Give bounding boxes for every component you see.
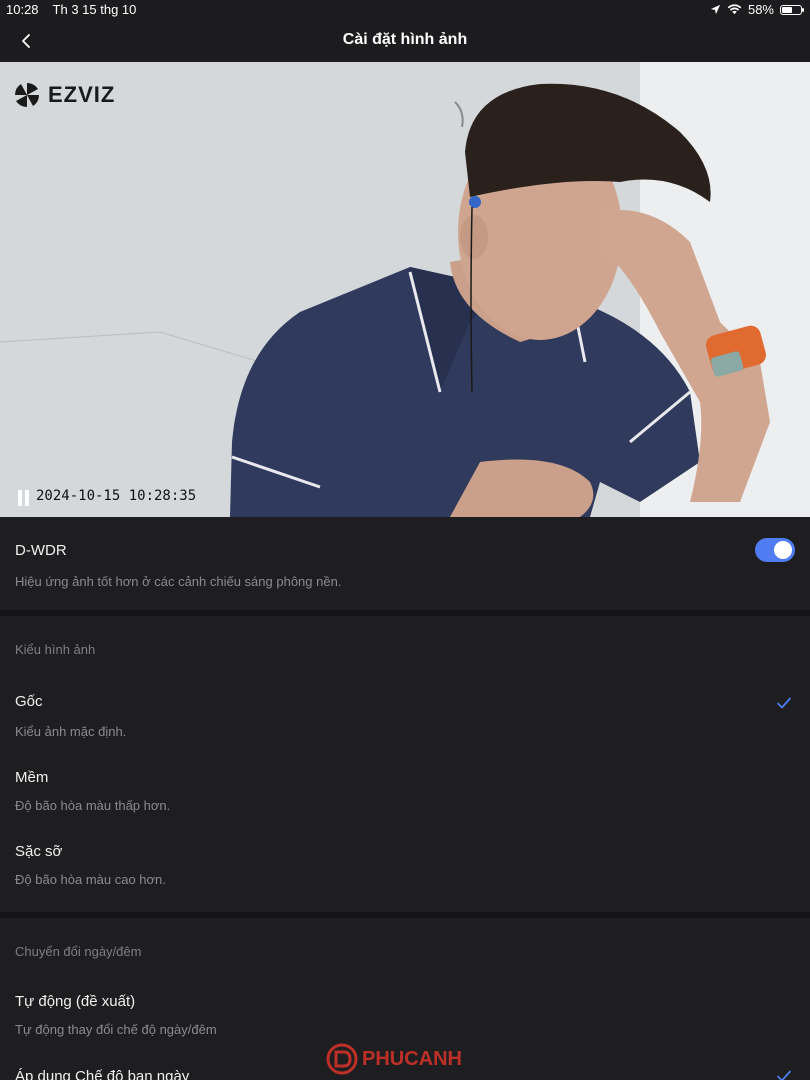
option-title: Gốc [15,693,43,710]
brand-name: EZVIZ [48,82,116,107]
pause-button[interactable] [16,490,32,506]
wdr-title: D-WDR [15,542,67,559]
image-style-option-vivid[interactable]: Sặc sỡ Độ bão hòa màu cao hơn. [0,830,810,896]
battery-percent: 58% [747,2,774,17]
wdr-toggle[interactable] [755,538,795,562]
image-style-header: Kiểu hình ảnh [15,642,96,657]
image-style-option-soft[interactable]: Mềm Độ bão hòa màu thấp hơn. [0,756,810,822]
option-description: Kiểu ảnh mặc định. [15,724,127,739]
battery-fill [782,6,792,13]
ezviz-logo-icon [15,83,39,107]
nav-bar: Cài đặt hình ảnh [0,20,810,62]
watermark-text: PHUCANH [362,1047,462,1070]
option-title: Mềm [15,769,49,786]
page-title: Cài đặt hình ảnh [342,31,468,48]
option-description: Độ bão hòa màu cao hơn. [15,872,166,887]
video-scene [0,62,810,517]
status-date: Th 3 15 thg 10 [52,2,137,17]
wifi-icon [727,4,742,15]
location-icon [710,4,721,15]
battery-icon [780,4,804,15]
image-style-option-original[interactable]: Gốc Kiểu ảnh mặc định. [0,680,810,746]
option-description: Tự động thay đổi chế độ ngày/đêm [15,1022,217,1037]
video-timestamp: 2024-10-15 10:28:35 [36,488,197,504]
checkmark-icon [777,1070,791,1080]
wdr-description: Hiệu ứng ảnh tốt hơn ở các cảnh chiếu sá… [15,574,342,589]
status-bar: 10:28 Th 3 15 thg 10 58% [0,0,810,20]
option-title: Áp dụng Chế độ ban ngày [15,1068,190,1080]
option-description: Độ bão hòa màu thấp hơn. [15,798,171,813]
brand-logo: EZVIZ [12,80,115,110]
phucanh-logo-icon [326,1043,358,1075]
status-time: 10:28 [6,2,39,17]
option-title: Tự động (đề xuất) [15,993,136,1010]
day-night-option-auto[interactable]: Tự động (đề xuất) Tự động thay đổi chế đ… [0,982,810,1046]
image-style-section: Kiểu hình ảnh Gốc Kiểu ảnh mặc định. Mềm… [0,616,810,912]
day-night-header: Chuyển đổi ngày/đêm [15,944,142,959]
watermark: PHUCANH [326,1043,462,1075]
option-title: Sặc sỡ [15,843,63,860]
toggle-knob [774,541,792,559]
live-video-preview[interactable]: EZVIZ 2024-10-15 10:28:35 [0,62,810,517]
wdr-section: D-WDR Hiệu ứng ảnh tốt hơn ở các cảnh ch… [0,517,810,610]
checkmark-icon [777,697,791,709]
